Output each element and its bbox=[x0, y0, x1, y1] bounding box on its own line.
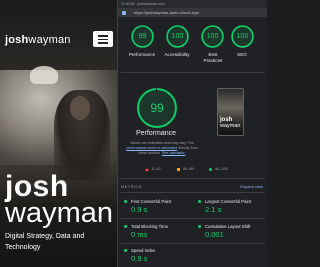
metric-value: 2.1 s bbox=[205, 205, 222, 214]
score-value: 100 bbox=[236, 33, 249, 40]
square-icon bbox=[177, 167, 180, 171]
score-value: 99 bbox=[138, 33, 147, 40]
menu-button[interactable] bbox=[93, 31, 113, 47]
score-calculated-link[interactable]: performance score is calculated bbox=[126, 146, 177, 150]
metric-value: 0.001 bbox=[205, 230, 224, 239]
pass-circle-icon bbox=[124, 249, 127, 252]
circle-icon bbox=[209, 167, 212, 171]
site-logo-bold: josh bbox=[5, 34, 29, 46]
devtools-topbar: 11:59:58 · joshwayman.com bbox=[118, 0, 267, 8]
hero-subtitle: Digital Strategy, Data and Technology bbox=[5, 233, 85, 251]
hamburger-icon-line bbox=[98, 42, 108, 44]
metric-value: 0.9 s bbox=[131, 205, 148, 214]
performance-main-gauge: 99 bbox=[135, 86, 179, 130]
legend-range: 50–89 bbox=[183, 167, 194, 171]
metric-label: Speed Index bbox=[131, 248, 156, 253]
site-logo-light: wayman bbox=[28, 34, 71, 46]
lighthouse-icon bbox=[122, 10, 126, 15]
hero-photo-head bbox=[70, 96, 90, 120]
pass-circle-icon bbox=[198, 225, 201, 228]
performance-main-score: 99 bbox=[150, 101, 164, 115]
site-logo[interactable]: joshwayman bbox=[5, 34, 71, 46]
hamburger-icon-line bbox=[98, 35, 108, 37]
legend-range: 0–49 bbox=[152, 167, 161, 171]
pass-circle-icon bbox=[124, 225, 127, 228]
score-label: SEO bbox=[237, 52, 247, 57]
note-text: Values are estimated and may vary. The bbox=[130, 141, 194, 145]
score-gauge-performance[interactable]: 99 bbox=[130, 24, 155, 49]
score-gauge-best-practices[interactable]: 100 bbox=[200, 24, 225, 49]
performance-main-title: Performance bbox=[135, 130, 177, 137]
hero-title-last: wayman bbox=[5, 197, 113, 229]
hero-photo-lamp bbox=[30, 66, 58, 84]
pass-circle-icon bbox=[198, 200, 201, 203]
legend-range: 90–100 bbox=[215, 167, 228, 171]
score-value: 100 bbox=[171, 33, 184, 40]
metric-tbt: Total Blocking Time 0 ms bbox=[121, 223, 191, 241]
legend-pass: 90–100 bbox=[209, 167, 228, 171]
report-url-bar: https://joshwayman-astro.vercel.app/ bbox=[118, 8, 267, 17]
legend-average: 50–89 bbox=[177, 167, 194, 171]
metric-label: First Contentful Paint bbox=[131, 199, 172, 204]
metrics-title: METRICS bbox=[121, 184, 142, 189]
performance-note: Values are estimated and may vary. The p… bbox=[123, 141, 201, 156]
legend-fail: 0–49 bbox=[145, 167, 160, 171]
metric-value: 0 ms bbox=[131, 230, 148, 239]
score-scale-legend: 0–49 50–89 90–100 bbox=[121, 166, 267, 174]
metric-lcp: Largest Contentful Paint 2.1 s bbox=[195, 198, 265, 216]
triangle-icon bbox=[145, 167, 149, 171]
calculator-link[interactable]: See calculator. bbox=[162, 151, 186, 155]
metric-value: 0.9 s bbox=[131, 254, 148, 263]
section-divider bbox=[121, 243, 265, 244]
score-label: Performance bbox=[128, 52, 156, 57]
score-gauge-seo[interactable]: 100 bbox=[230, 24, 255, 49]
score-label: Accessibility bbox=[164, 52, 190, 57]
thumbnail-subtitle: wayman bbox=[220, 123, 241, 129]
lighthouse-panel: 11:59:58 · joshwayman.com https://joshwa… bbox=[117, 0, 267, 267]
score-gauge-accessibility[interactable]: 100 bbox=[165, 24, 190, 49]
score-label: Best Practices bbox=[203, 52, 223, 63]
report-url[interactable]: https://joshwayman-astro.vercel.app/ bbox=[134, 10, 199, 15]
section-divider bbox=[121, 218, 265, 219]
page-screenshot-thumbnail[interactable]: josh wayman bbox=[217, 88, 244, 136]
metric-label: Total Blocking Time bbox=[131, 224, 169, 229]
metrics-header: METRICS Expand view bbox=[121, 184, 265, 189]
section-divider bbox=[121, 72, 265, 73]
metric-fcp: First Contentful Paint 0.9 s bbox=[121, 198, 191, 216]
website-preview: joshwayman josh wayman Digital Strategy,… bbox=[0, 0, 117, 267]
metric-label: Cumulative Layout Shift bbox=[205, 224, 251, 229]
metric-speed-index: Speed Index 0.9 s bbox=[121, 247, 191, 265]
metric-label: Largest Contentful Paint bbox=[205, 199, 252, 204]
pass-circle-icon bbox=[124, 200, 127, 203]
expand-view-toggle[interactable]: Expand view bbox=[240, 184, 263, 189]
score-value: 100 bbox=[206, 33, 219, 40]
hamburger-icon-line bbox=[98, 38, 108, 40]
metric-cls: Cumulative Layout Shift 0.001 bbox=[195, 223, 265, 241]
section-divider bbox=[121, 192, 265, 193]
section-divider bbox=[121, 178, 265, 179]
